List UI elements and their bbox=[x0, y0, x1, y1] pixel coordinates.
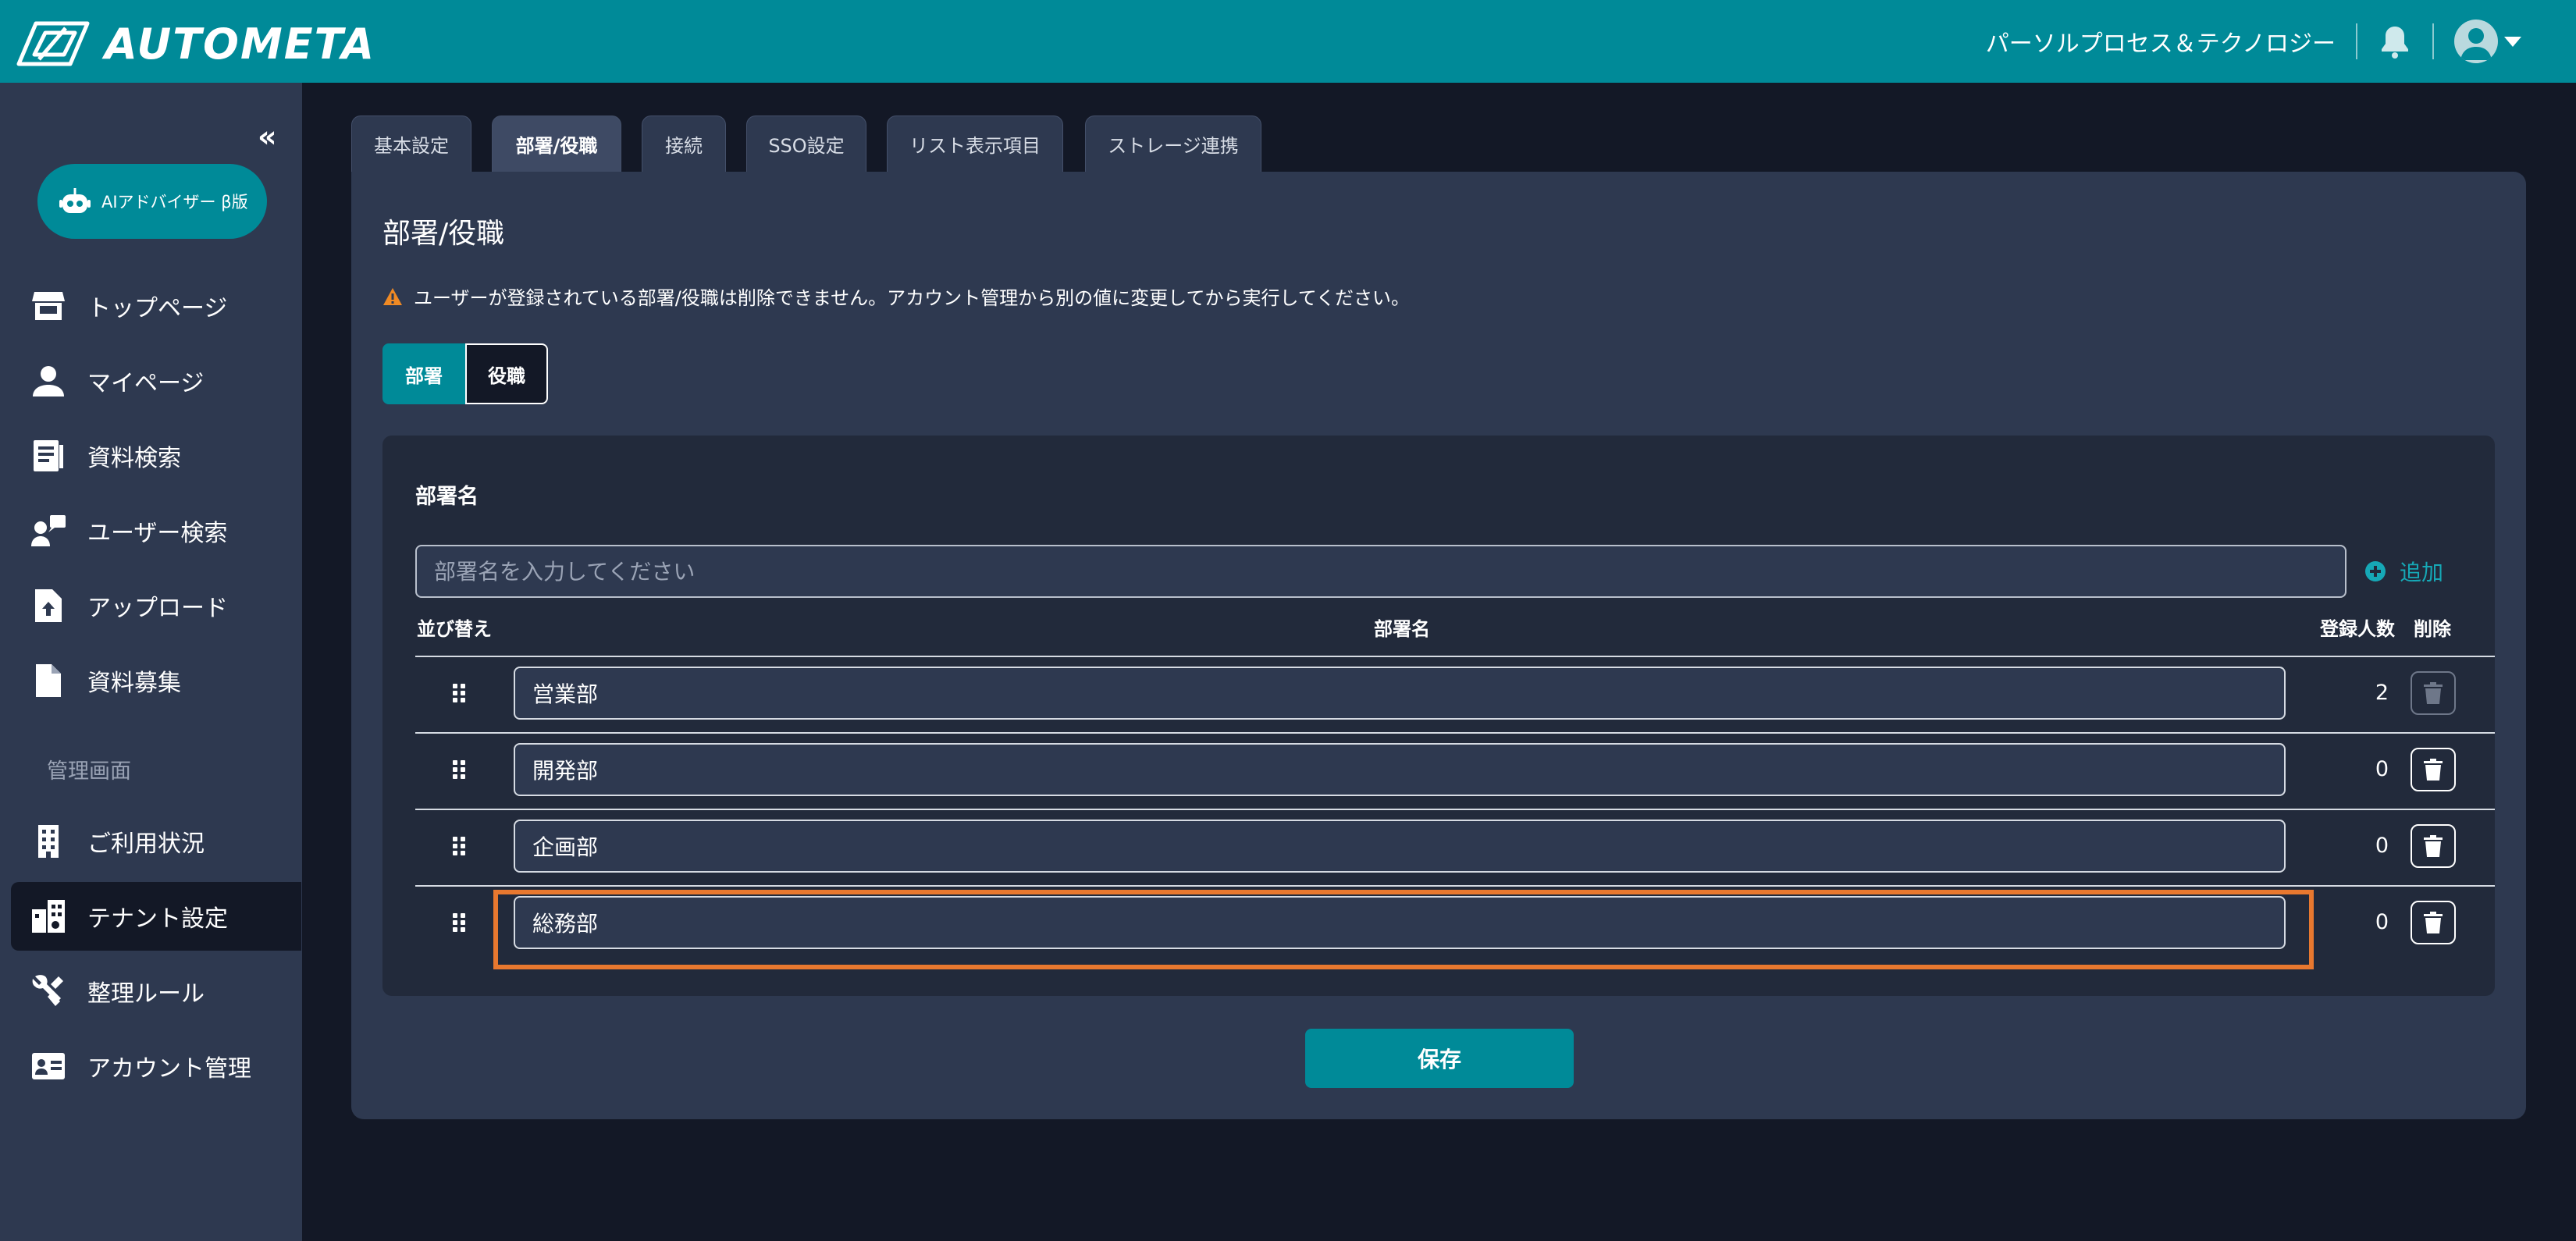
table-divider bbox=[415, 885, 2495, 887]
logo-mark-icon bbox=[16, 21, 90, 66]
department-name-input[interactable] bbox=[415, 545, 2347, 598]
sidebar-item-upload[interactable]: アップロード bbox=[11, 571, 301, 640]
add-label: 追加 bbox=[2400, 560, 2444, 585]
notifications-button[interactable] bbox=[2357, 16, 2432, 67]
table-divider bbox=[415, 732, 2495, 734]
header-right: パーソルプロセス＆テクノロジー bbox=[1986, 16, 2521, 67]
page-title: 部署/役職 bbox=[382, 218, 505, 250]
avatar-icon bbox=[2454, 20, 2498, 63]
department-name-field[interactable] bbox=[514, 667, 2286, 720]
column-header-count: 登録人数 bbox=[2320, 618, 2395, 640]
sidebar-item-label: 資料募集 bbox=[87, 670, 181, 697]
column-header-sort: 並び替え bbox=[417, 618, 492, 640]
trash-icon bbox=[2424, 835, 2443, 857]
person-icon bbox=[31, 364, 66, 398]
robot-icon bbox=[59, 188, 91, 213]
user-menu[interactable] bbox=[2454, 20, 2521, 63]
warning-text: ユーザーが登録されている部署/役職は削除できません。アカウント管理から別の値に変… bbox=[414, 287, 1411, 309]
document-search-icon bbox=[31, 439, 66, 473]
table-divider bbox=[415, 809, 2495, 810]
sidebar-item-label: テナント設定 bbox=[87, 905, 228, 933]
admin-section-label: 管理画面 bbox=[47, 759, 131, 784]
store-icon bbox=[31, 289, 66, 323]
tab-department-position[interactable]: 部署/役職 bbox=[492, 116, 621, 172]
sidebar-item-rules[interactable]: 整理ルール bbox=[11, 957, 301, 1026]
member-count: 2 bbox=[2375, 681, 2389, 705]
column-header-name: 部署名 bbox=[1374, 618, 1430, 640]
tenant-icon bbox=[31, 899, 66, 933]
tab-sso-settings[interactable]: SSO設定 bbox=[746, 116, 866, 172]
member-count: 0 bbox=[2375, 910, 2389, 934]
trash-icon bbox=[2424, 912, 2443, 933]
brand-name: AUTOMETA bbox=[105, 19, 376, 69]
department-name-field[interactable] bbox=[514, 896, 2286, 949]
delete-button bbox=[2411, 671, 2456, 715]
column-header-delete: 削除 bbox=[2414, 618, 2451, 640]
drag-handle-icon[interactable] bbox=[451, 837, 467, 855]
collapse-sidebar-button[interactable]: « bbox=[258, 122, 277, 151]
sidebar-item-document-request[interactable]: 資料募集 bbox=[11, 646, 301, 715]
top-header: AUTOMETA パーソルプロセス＆テクノロジー bbox=[0, 0, 2576, 83]
add-department-button[interactable]: 追加 bbox=[2365, 551, 2443, 592]
building-icon bbox=[31, 824, 66, 859]
header-divider bbox=[2432, 23, 2434, 59]
save-button[interactable]: 保存 bbox=[1305, 1029, 1574, 1088]
trash-icon bbox=[2424, 759, 2443, 781]
warning-message: ユーザーが登録されている部署/役職は削除できません。アカウント管理から別の値に変… bbox=[382, 283, 1410, 310]
delete-button[interactable] bbox=[2411, 901, 2456, 944]
sidebar-item-top[interactable]: トップページ bbox=[11, 272, 301, 340]
delete-button[interactable] bbox=[2411, 748, 2456, 791]
id-card-icon bbox=[31, 1049, 66, 1083]
sidebar: « AIアドバイザー β版 トップページ マイページ 資料検索 ユーザー検索 ア… bbox=[0, 83, 302, 1241]
department-toggle-button[interactable]: 部署 bbox=[382, 343, 465, 404]
user-search-icon bbox=[31, 514, 66, 548]
company-name: パーソルプロセス＆テクノロジー bbox=[1985, 30, 2336, 58]
tab-storage-integration[interactable]: ストレージ連携 bbox=[1085, 116, 1261, 172]
department-name-field[interactable] bbox=[514, 743, 2286, 796]
file-icon bbox=[31, 663, 66, 698]
trash-icon bbox=[2424, 682, 2443, 704]
member-count: 0 bbox=[2375, 757, 2389, 781]
table-divider bbox=[415, 656, 2495, 657]
drag-handle-icon[interactable] bbox=[451, 760, 467, 779]
drag-handle-icon[interactable] bbox=[451, 913, 467, 932]
ai-advisor-label: AIアドバイザー β版 bbox=[101, 193, 248, 212]
sidebar-item-mypage[interactable]: マイページ bbox=[11, 347, 301, 415]
sidebar-item-user-search[interactable]: ユーザー検索 bbox=[11, 496, 301, 565]
sidebar-item-label: アカウント管理 bbox=[87, 1055, 251, 1083]
bell-icon bbox=[2382, 27, 2408, 59]
sidebar-item-tenant-settings[interactable]: テナント設定 bbox=[11, 882, 301, 951]
member-count: 0 bbox=[2375, 834, 2389, 858]
department-panel: 部署名 追加 並び替え 部署名 登録人数 削除 2 0 bbox=[382, 436, 2495, 996]
sidebar-item-usage[interactable]: ご利用状況 bbox=[11, 807, 301, 876]
caret-down-icon bbox=[2504, 36, 2521, 47]
warning-icon bbox=[383, 287, 402, 305]
brand-logo[interactable]: AUTOMETA bbox=[16, 19, 375, 69]
sidebar-item-label: 整理ルール bbox=[87, 980, 205, 1008]
department-position-toggle: 部署 役職 bbox=[382, 343, 548, 404]
upload-icon bbox=[31, 588, 66, 623]
sidebar-item-label: アップロード bbox=[87, 595, 228, 622]
sidebar-item-label: トップページ bbox=[87, 295, 228, 322]
sidebar-item-document-search[interactable]: 資料検索 bbox=[11, 421, 301, 490]
tab-basic-settings[interactable]: 基本設定 bbox=[351, 116, 471, 172]
settings-card: 部署/役職 ユーザーが登録されている部署/役職は削除できません。アカウント管理か… bbox=[351, 172, 2526, 1119]
sidebar-item-label: ユーザー検索 bbox=[87, 520, 228, 547]
department-name-field[interactable] bbox=[514, 820, 2286, 873]
delete-button[interactable] bbox=[2411, 824, 2456, 868]
department-name-label: 部署名 bbox=[415, 485, 479, 509]
sidebar-item-account-management[interactable]: アカウント管理 bbox=[11, 1032, 301, 1101]
tab-connection[interactable]: 接続 bbox=[642, 116, 726, 172]
tools-icon bbox=[31, 974, 66, 1008]
ai-advisor-button[interactable]: AIアドバイザー β版 bbox=[37, 164, 267, 239]
sidebar-item-label: ご利用状況 bbox=[87, 830, 205, 858]
tab-list-display-items[interactable]: リスト表示項目 bbox=[887, 116, 1063, 172]
position-toggle-button[interactable]: 役職 bbox=[465, 343, 548, 404]
sidebar-item-label: マイページ bbox=[87, 370, 205, 397]
drag-handle-icon[interactable] bbox=[451, 684, 467, 702]
sidebar-item-label: 資料検索 bbox=[87, 445, 181, 472]
plus-circle-icon bbox=[2365, 561, 2386, 581]
